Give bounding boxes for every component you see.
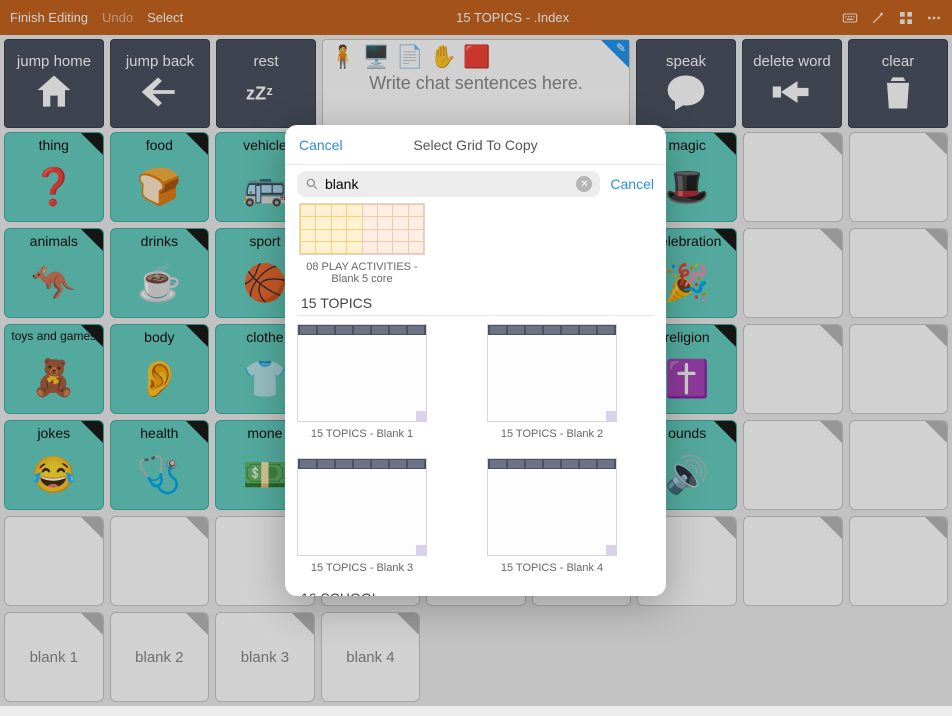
modal-cancel-button[interactable]: Cancel xyxy=(299,137,343,153)
search-icon xyxy=(305,177,319,191)
thumb-caption: 15 TOPICS - Blank 4 xyxy=(501,562,603,574)
section-15-topics: 15 TOPICS xyxy=(297,285,654,316)
search-field[interactable]: ✕ xyxy=(297,171,600,197)
grid-thumb-play-activities[interactable]: 08 PLAY ACTIVITIES - Blank 5 core xyxy=(297,203,427,285)
thumb-caption: 15 TOPICS - Blank 3 xyxy=(311,562,413,574)
grid-thumb-blank-1[interactable]: 15 TOPICS - Blank 1 xyxy=(297,324,427,440)
search-input[interactable] xyxy=(325,176,570,192)
grid-thumb-blank-2[interactable]: 15 TOPICS - Blank 2 xyxy=(487,324,617,440)
thumb-caption: 08 PLAY ACTIVITIES - Blank 5 core xyxy=(297,261,427,285)
thumb-caption: 15 TOPICS - Blank 2 xyxy=(501,428,603,440)
select-grid-modal: Cancel Select Grid To Copy ✕ Cancel 08 P… xyxy=(285,125,666,596)
grid-thumb-blank-4[interactable]: 15 TOPICS - Blank 4 xyxy=(487,458,617,574)
section-16-school: 16 SCHOOL xyxy=(297,580,654,596)
clear-search-icon[interactable]: ✕ xyxy=(576,176,592,192)
search-cancel-button[interactable]: Cancel xyxy=(610,176,654,192)
modal-title: Select Grid To Copy xyxy=(413,137,537,153)
grid-thumb-blank-3[interactable]: 15 TOPICS - Blank 3 xyxy=(297,458,427,574)
thumb-caption: 15 TOPICS - Blank 1 xyxy=(311,428,413,440)
